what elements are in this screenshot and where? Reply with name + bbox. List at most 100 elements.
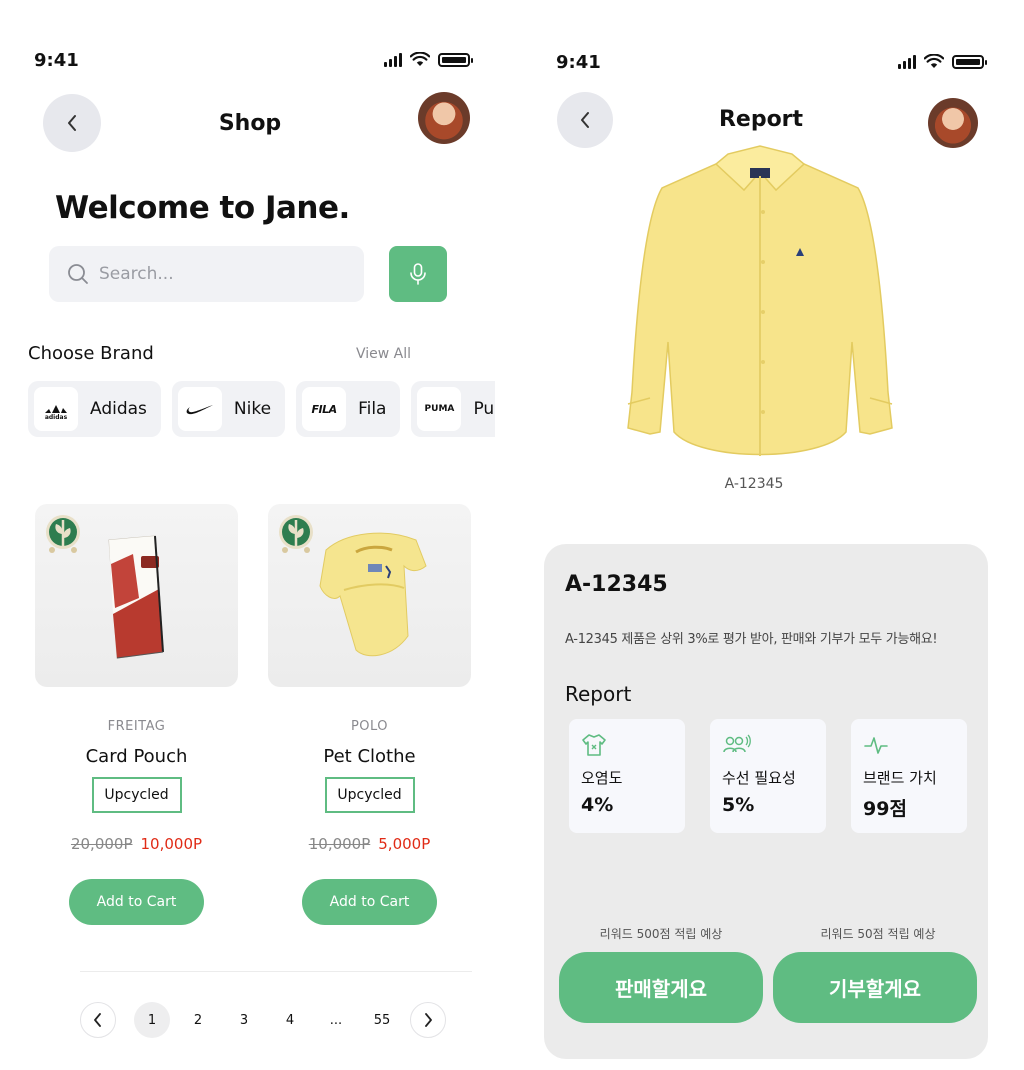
signal-icon <box>898 54 916 69</box>
original-price: 10,000P <box>308 835 371 853</box>
status-bar: 9:41 <box>556 52 987 76</box>
page-ellipsis: ... <box>329 1012 343 1028</box>
voice-search-button[interactable] <box>389 246 447 302</box>
welcome-heading: Welcome to Jane. <box>55 190 350 226</box>
product-name: Pet Clothe <box>323 746 416 767</box>
eco-badge-icon <box>279 515 313 553</box>
stat-brand-value: 브랜드 가치 99점 <box>851 719 967 833</box>
back-button[interactable] <box>557 92 613 148</box>
product-price: 10,000P 5,000P <box>268 835 471 853</box>
page-number[interactable]: 1 <box>134 1002 170 1038</box>
divider <box>80 971 472 972</box>
brand-name: Pu <box>473 399 495 419</box>
svg-text:adidas: adidas <box>45 414 68 420</box>
status-bar: 9:41 <box>34 50 473 74</box>
battery-icon <box>952 54 987 69</box>
sell-reward-note: 리워드 500점 적립 예상 <box>599 927 723 941</box>
brand-chip-fila[interactable]: FILA Fila <box>296 381 401 437</box>
sale-price: 10,000P <box>140 835 203 853</box>
chevron-left-icon <box>581 112 589 128</box>
pet-clothe-image <box>319 532 427 657</box>
people-icon <box>723 734 751 753</box>
report-card-description: A-12345 제품은 상위 3%로 평가 받아, 판매와 기부가 모두 가능해… <box>565 632 938 647</box>
chevron-left-icon <box>68 115 76 131</box>
microphone-icon <box>410 263 426 285</box>
brand-name: Adidas <box>90 399 147 419</box>
report-screen: 9:41 Report A-12345 A-12345 A-12345 제품은 … <box>520 0 1024 1070</box>
chevron-right-icon <box>425 1013 432 1027</box>
report-card-title: A-12345 <box>565 572 668 597</box>
fila-logo-icon: FILA <box>302 387 347 431</box>
avatar[interactable] <box>928 98 978 148</box>
brand-name: Fila <box>358 399 387 419</box>
shop-screen: 9:41 Shop Welcome to Jane. Choose Brand … <box>0 0 510 1070</box>
report-stats: 오염도 4% 수선 필요성 5% 브랜드 가치 99점 <box>569 719 967 833</box>
page-title: Shop <box>218 111 282 136</box>
page-number[interactable]: 4 <box>272 1002 308 1038</box>
donate-button[interactable]: 기부할게요 <box>773 952 977 1023</box>
status-time: 9:41 <box>556 52 601 73</box>
product-name: Card Pouch <box>85 746 188 767</box>
shirt-image <box>627 145 893 456</box>
brand-name: Nike <box>233 399 272 419</box>
shirt-icon <box>582 734 606 756</box>
next-page-button[interactable] <box>410 1002 446 1038</box>
back-button[interactable] <box>43 94 101 152</box>
upcycled-badge: Upcycled <box>91 777 182 813</box>
product-image <box>268 504 471 687</box>
page-title: Report <box>718 107 804 132</box>
product-brand: FREITAG <box>107 719 166 734</box>
sell-button[interactable]: 판매할게요 <box>559 952 763 1023</box>
product-photo <box>620 142 900 467</box>
brand-chip-adidas[interactable]: adidas Adidas <box>28 381 161 437</box>
search-input[interactable] <box>99 264 349 284</box>
avatar[interactable] <box>418 92 470 144</box>
pulse-icon <box>864 737 888 754</box>
add-to-cart-button[interactable]: Add to Cart <box>302 879 437 925</box>
upcycled-badge: Upcycled <box>324 777 415 813</box>
chevron-left-icon <box>94 1013 101 1027</box>
status-icons <box>898 54 987 69</box>
report-section-title: Report <box>565 682 632 706</box>
nike-logo-icon <box>177 387 222 431</box>
stat-value: 99점 <box>863 798 907 820</box>
product-code-caption: A-12345 <box>724 476 784 492</box>
original-price: 20,000P <box>70 835 133 853</box>
search-bar[interactable] <box>49 246 364 302</box>
donate-reward-note: 리워드 50점 적립 예상 <box>820 927 936 941</box>
stat-label: 오염도 <box>581 769 623 787</box>
view-all-link[interactable]: View All <box>356 346 411 362</box>
brand-chip-puma[interactable]: PUMA Pu <box>411 381 495 437</box>
page-number[interactable]: 2 <box>180 1002 216 1038</box>
page-number[interactable]: 3 <box>226 1002 262 1038</box>
status-icons <box>384 52 473 67</box>
search-icon <box>68 264 88 284</box>
stat-value: 5% <box>722 794 755 816</box>
product-brand: POLO <box>350 719 389 734</box>
brand-chip-nike[interactable]: Nike <box>171 381 286 437</box>
pagination: 1 2 3 4 ... 55 <box>80 1002 446 1038</box>
brand-list: adidas Adidas Nike FILA Fila PUMA Pu <box>28 381 495 439</box>
add-to-cart-button[interactable]: Add to Cart <box>69 879 204 925</box>
prev-page-button[interactable] <box>80 1002 116 1038</box>
battery-icon <box>438 52 473 67</box>
brands-heading: Choose Brand <box>28 343 154 364</box>
card-pouch-image <box>108 535 164 659</box>
report-card: A-12345 A-12345 제품은 상위 3%로 평가 받아, 판매와 기부… <box>544 544 988 1059</box>
stat-value: 4% <box>581 794 614 816</box>
product-card[interactable]: POLO Pet Clothe Upcycled 10,000P 5,000P A… <box>268 504 471 925</box>
page-number[interactable]: 55 <box>364 1002 400 1038</box>
product-image <box>35 504 238 687</box>
adidas-logo-icon: adidas <box>34 387 78 431</box>
status-time: 9:41 <box>34 50 79 71</box>
sale-price: 5,000P <box>378 835 431 853</box>
stat-repair-need: 수선 필요성 5% <box>710 719 826 833</box>
product-price: 20,000P 10,000P <box>35 835 238 853</box>
product-card[interactable]: FREITAG Card Pouch Upcycled 20,000P 10,00… <box>35 504 238 925</box>
stat-label: 브랜드 가치 <box>863 769 937 787</box>
puma-logo-icon: PUMA <box>417 387 462 431</box>
wifi-icon <box>410 52 430 66</box>
stat-contamination: 오염도 4% <box>569 719 685 833</box>
stat-label: 수선 필요성 <box>722 769 796 787</box>
signal-icon <box>384 52 402 67</box>
